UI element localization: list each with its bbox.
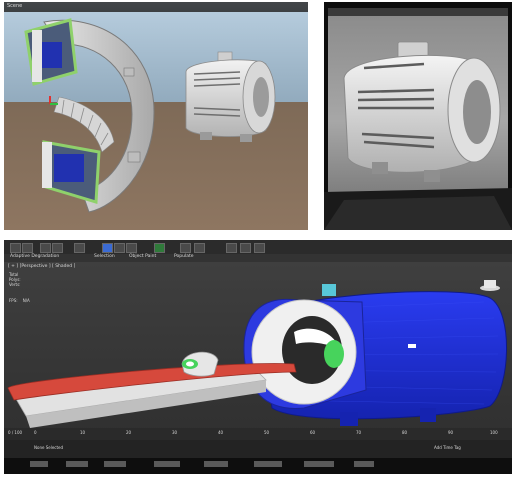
viewport-label[interactable]: [ + ] [Perspective ] [ Shaded ] [8,264,75,269]
scene-tab-label: Scene [7,3,23,9]
move-icon[interactable] [102,243,113,253]
ribbon-item-object-paint[interactable]: Object Paint [129,254,156,259]
link-icon[interactable] [40,243,51,253]
material-editor-icon[interactable] [226,243,237,253]
stats-fps-label: FPS: [9,298,18,303]
timeline-tick: 80 [402,430,408,435]
timeline-tick: 40 [218,430,224,435]
undo-icon[interactable] [10,243,21,253]
snap-icon[interactable] [154,243,165,253]
align-icon[interactable] [194,243,205,253]
enclosed-scanner-model [185,51,276,142]
timeline-tick: 20 [126,430,132,435]
time-readout: 0 / 100 [8,430,23,435]
timeline-tick: 100 [490,430,498,435]
ribbon-item-populate[interactable]: Populate [174,254,194,259]
select-icon[interactable] [74,243,85,253]
blue-scanner-model [243,284,507,426]
scale-icon[interactable] [126,243,137,253]
timeline-ruler[interactable]: 0 10 20 30 40 50 60 70 80 90 100 [34,430,504,438]
max-viewport-photo: Adaptive Degradation Selection Object Pa… [4,240,512,474]
status-selection: None Selected [34,445,64,450]
timeline-tick: 30 [172,430,178,435]
timeline-tick: 0 [34,430,37,435]
timeline-tick: 50 [264,430,270,435]
ribbon-item-selection[interactable]: Selection [94,254,115,259]
viewport-stats: Total Polys: Verts: FPS: N/A [9,272,30,306]
closeup-scanner-model [343,41,501,182]
timeline-tick: 60 [310,430,316,435]
closeup-scanner-render [324,2,512,230]
timeline-tick: 90 [448,430,454,435]
redo-icon[interactable] [22,243,33,253]
timeline-tick: 10 [80,430,86,435]
add-time-tag-button[interactable]: Add Time Tag [434,445,461,450]
stats-fps-value: N/A [22,298,30,303]
unity-scene-render [4,2,308,230]
mirror-icon[interactable] [180,243,191,253]
unity-scene-photo: Scene [4,2,308,230]
max-viewport-render [4,240,512,474]
closeup-scanner-photo [324,2,512,230]
render-icon[interactable] [254,243,265,253]
rotate-icon[interactable] [114,243,125,253]
render-setup-icon[interactable] [240,243,251,253]
unlink-icon[interactable] [52,243,63,253]
timeline-tick: 70 [356,430,362,435]
ribbon-item-adaptive-degradation[interactable]: Adaptive Degradation [10,254,59,259]
